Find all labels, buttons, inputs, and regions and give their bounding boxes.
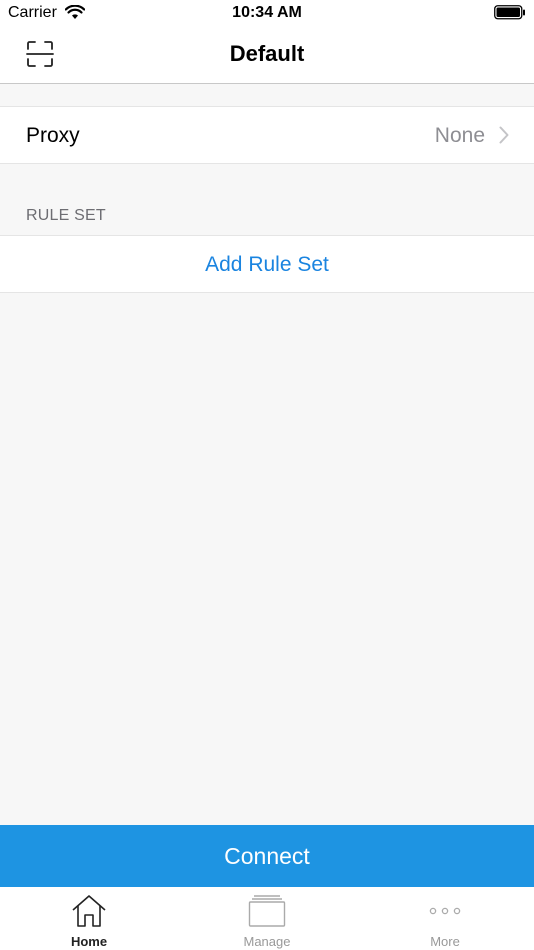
connect-label: Connect (224, 842, 310, 869)
rule-set-section-header: RULE SET (26, 207, 106, 224)
home-icon (71, 894, 107, 933)
tab-more[interactable]: More (356, 887, 534, 950)
tab-manage-label: Manage (243, 934, 291, 949)
status-bar: Carrier 10:34 AM (0, 0, 534, 27)
connect-button[interactable]: Connect (0, 825, 534, 887)
add-rule-set-label: Add Rule Set (205, 253, 329, 276)
nav-bar: Default (0, 27, 534, 84)
status-time: 10:34 AM (232, 4, 302, 21)
proxy-row[interactable]: Proxy None (0, 106, 534, 164)
proxy-label: Proxy (26, 124, 80, 147)
add-rule-set-button[interactable]: Add Rule Set (0, 235, 534, 293)
page-title: Default (229, 41, 305, 66)
chevron-right-icon (499, 126, 509, 149)
manage-icon (248, 894, 286, 933)
tab-home-label: Home (70, 934, 108, 949)
tab-home[interactable]: Home (0, 887, 178, 950)
tab-bar: Home Manage More (0, 887, 534, 950)
more-icon (427, 894, 463, 933)
tab-more-label: More (430, 934, 460, 949)
battery-icon (494, 5, 526, 25)
tab-manage[interactable]: Manage (178, 887, 356, 950)
proxy-value: None (434, 124, 485, 147)
